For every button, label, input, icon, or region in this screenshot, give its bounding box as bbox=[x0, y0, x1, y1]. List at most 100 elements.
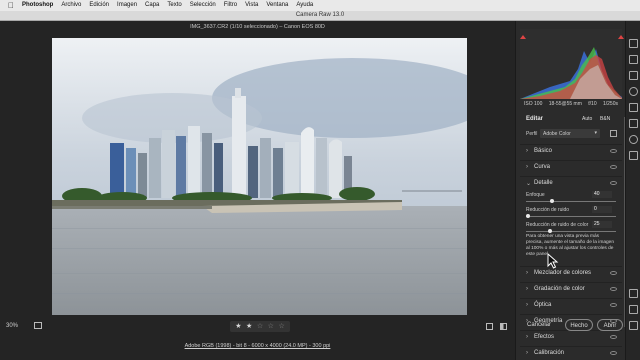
cancel-button[interactable]: Cancelar bbox=[521, 319, 557, 331]
edit-header: Editar Auto B&N bbox=[520, 115, 622, 125]
shadow-clipping-icon[interactable] bbox=[520, 35, 526, 39]
eye-icon[interactable] bbox=[610, 335, 617, 339]
profile-row: Perfil Adobe Color ▾ bbox=[520, 129, 622, 139]
chevron-down-icon: ⌄ bbox=[526, 181, 532, 187]
eye-icon[interactable] bbox=[610, 149, 617, 153]
done-button[interactable]: Hecho bbox=[565, 319, 593, 331]
section-calibration[interactable]: › Calibración bbox=[520, 346, 622, 358]
chevron-right-icon: › bbox=[526, 334, 528, 340]
menu-imagen[interactable]: Imagen bbox=[117, 0, 137, 11]
star-2[interactable]: ★ bbox=[246, 321, 252, 332]
eye-icon[interactable] bbox=[610, 181, 617, 185]
profile-browser-icon[interactable] bbox=[610, 130, 617, 137]
section-color-mixer-label: Mezclador de colores bbox=[534, 270, 592, 276]
chevron-down-icon: ▾ bbox=[594, 130, 597, 136]
window-title-bar[interactable]: Camera Raw 13.0 bbox=[0, 11, 640, 21]
chevron-right-icon: › bbox=[526, 302, 528, 308]
eye-icon[interactable] bbox=[610, 165, 617, 169]
auto-button[interactable]: Auto bbox=[582, 116, 592, 122]
open-button[interactable]: Abrir bbox=[597, 319, 623, 331]
sharpening-value[interactable]: 40 bbox=[592, 191, 612, 198]
before-after-icon[interactable] bbox=[500, 323, 507, 330]
eye-icon[interactable] bbox=[610, 271, 617, 275]
menu-ventana[interactable]: Ventana bbox=[266, 0, 288, 11]
zoom-options-icon[interactable] bbox=[34, 322, 42, 329]
noise-label: Reducción de ruido bbox=[526, 207, 570, 213]
eyedropper-icon[interactable] bbox=[629, 305, 638, 314]
sharpening-slider-row: Enfoque 40 bbox=[520, 191, 622, 206]
menu-bar:  Photoshop Archivo Edición Imagen Capa … bbox=[0, 0, 640, 11]
menu-texto[interactable]: Texto bbox=[167, 0, 181, 11]
section-color-grading[interactable]: › Gradación de color bbox=[520, 282, 622, 296]
hand-icon[interactable] bbox=[629, 289, 638, 298]
exif-lens: 18-55@55 mm bbox=[548, 101, 582, 107]
workflow-options-link[interactable]: Adobe RGB (1998) - bit 8 - 6000 x 4000 (… bbox=[0, 343, 515, 349]
color-noise-knob[interactable] bbox=[548, 229, 552, 233]
image-workspace: IMG_3637.CR2 (1/10 seleccionado) – Canon… bbox=[0, 21, 515, 360]
graduated-filter-icon[interactable] bbox=[629, 119, 638, 128]
detail-note: Para obtener una vista previa más precis… bbox=[526, 234, 614, 257]
sharpening-track[interactable] bbox=[526, 201, 616, 202]
star-5[interactable]: ☆ bbox=[278, 321, 284, 332]
zoom-level[interactable]: 30% bbox=[6, 323, 18, 329]
eye-icon[interactable] bbox=[610, 303, 617, 307]
window-title: Camera Raw 13.0 bbox=[295, 12, 345, 18]
menu-edicion[interactable]: Edición bbox=[89, 0, 109, 11]
presets-icon[interactable] bbox=[629, 151, 638, 160]
section-effects-label: Efectos bbox=[534, 334, 555, 340]
tool-strip bbox=[625, 21, 640, 360]
exif-aperture: f/10 bbox=[588, 101, 597, 107]
fit-view-icon[interactable] bbox=[486, 323, 493, 330]
black-white-button[interactable]: B&N bbox=[600, 116, 610, 122]
edit-title: Editar bbox=[526, 116, 544, 122]
menu-seleccion[interactable]: Selección bbox=[190, 0, 216, 11]
star-rating[interactable]: ★ ★ ☆ ☆ ☆ bbox=[230, 321, 290, 332]
crop-icon[interactable] bbox=[629, 55, 638, 64]
noise-value[interactable]: 0 bbox=[592, 206, 612, 213]
bottom-toolbar: 30% ★ ★ ☆ ☆ ☆ bbox=[0, 319, 515, 335]
grid-icon[interactable] bbox=[629, 321, 638, 330]
menu-ayuda[interactable]: Ayuda bbox=[296, 0, 313, 11]
star-4[interactable]: ☆ bbox=[268, 321, 274, 332]
eye-icon[interactable] bbox=[610, 351, 617, 355]
section-curve-label: Curva bbox=[534, 164, 551, 170]
eye-icon[interactable] bbox=[610, 287, 617, 291]
star-1[interactable]: ★ bbox=[235, 321, 241, 332]
photo-preview[interactable] bbox=[52, 38, 467, 315]
noise-slider-row: Reducción de ruido 0 bbox=[520, 206, 622, 221]
star-3[interactable]: ☆ bbox=[257, 321, 263, 332]
section-basic-label: Básico bbox=[534, 148, 553, 154]
exif-iso: ISO 100 bbox=[524, 101, 543, 107]
menu-filtro[interactable]: Filtro bbox=[224, 0, 237, 11]
section-curve[interactable]: › Curva bbox=[520, 160, 622, 174]
radial-filter-icon[interactable] bbox=[629, 135, 638, 144]
dialog-buttons: Cancelar Hecho Abrir bbox=[515, 319, 625, 333]
chevron-right-icon: › bbox=[526, 148, 528, 154]
highlight-clipping-icon[interactable] bbox=[618, 35, 624, 39]
noise-track[interactable] bbox=[526, 216, 616, 217]
color-noise-value[interactable]: 25 bbox=[592, 221, 612, 228]
menu-app-name[interactable]: Photoshop bbox=[22, 0, 53, 11]
menu-capa[interactable]: Capa bbox=[145, 0, 159, 11]
noise-knob[interactable] bbox=[526, 214, 530, 218]
apple-icon[interactable]:  bbox=[8, 0, 14, 11]
section-color-grading-label: Gradación de color bbox=[534, 286, 585, 292]
section-detail[interactable]: ⌄ Detalle bbox=[520, 176, 622, 190]
profile-select[interactable]: Adobe Color ▾ bbox=[540, 129, 600, 138]
section-color-mixer[interactable]: › Mezclador de colores bbox=[520, 266, 622, 280]
section-optics[interactable]: › Óptica bbox=[520, 298, 622, 312]
brush-icon[interactable] bbox=[629, 103, 638, 112]
spot-removal-icon[interactable] bbox=[629, 71, 638, 80]
color-noise-track[interactable] bbox=[526, 231, 616, 232]
section-optics-label: Óptica bbox=[534, 302, 552, 308]
red-eye-icon[interactable] bbox=[629, 87, 638, 96]
color-noise-label: Reducción de ruido de color bbox=[526, 222, 589, 228]
menu-archivo[interactable]: Archivo bbox=[61, 0, 81, 11]
edit-panel: ISO 100 18-55@55 mm f/10 1/250s Editar A… bbox=[515, 21, 626, 360]
city-skyline-photo bbox=[52, 38, 467, 315]
menu-vista[interactable]: Vista bbox=[245, 0, 258, 11]
edit-tool-icon[interactable] bbox=[629, 39, 638, 48]
section-basic[interactable]: › Básico bbox=[520, 144, 622, 158]
sharpening-knob[interactable] bbox=[549, 199, 554, 203]
chevron-right-icon: › bbox=[526, 286, 528, 292]
